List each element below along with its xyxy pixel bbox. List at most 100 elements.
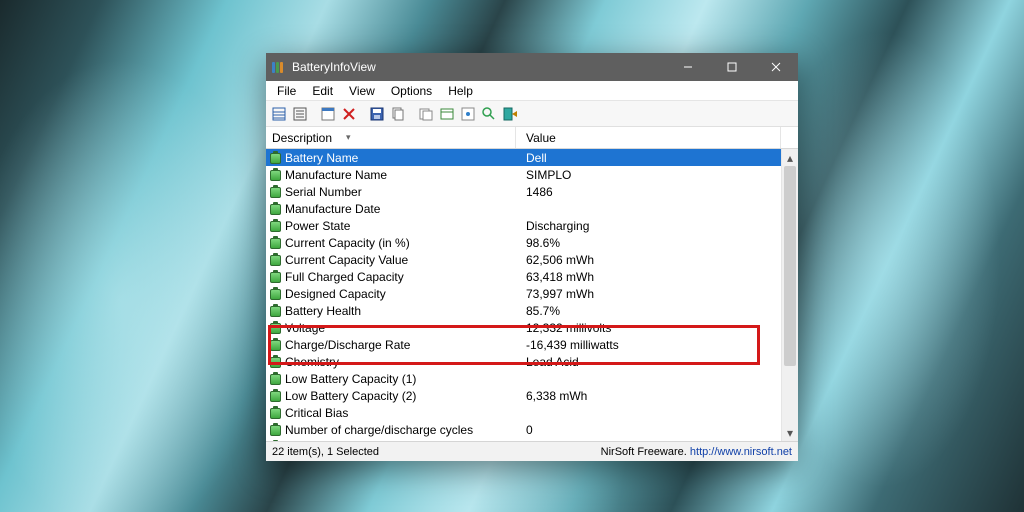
cell-value: Discharging [516,219,781,233]
table-row[interactable]: Number of charge/discharge cycles0 [266,421,781,438]
cell-description: Battery Temperature [266,438,516,441]
battery-icon [270,253,281,266]
cell-value: 12,332 millivolts [516,321,781,335]
battery-icon [270,372,281,385]
battery-icon [270,270,281,283]
statusbar: 22 item(s), 1 Selected NirSoft Freeware.… [266,441,798,461]
table-row[interactable]: Voltage 12,332 millivolts [266,319,781,336]
menu-help[interactable]: Help [441,83,480,99]
column-header-description-label: Description [272,131,332,145]
battery-icon [270,304,281,317]
battery-icon [270,236,281,249]
list-area: Battery NameDell Manufacture Name SIMPLOSe… [266,149,798,441]
status-link-url: http://www.nirsoft.net [690,446,792,458]
toolbar-copy-row-icon[interactable] [417,105,435,123]
cell-description: Serial Number [266,183,516,200]
toolbar-delete-icon[interactable] [340,105,358,123]
table-row[interactable]: Battery Health85.7% [266,302,781,319]
table-row[interactable]: Full Charged Capacity 63,418 mWh [266,268,781,285]
toolbar-exit-icon[interactable] [501,105,519,123]
scroll-down-icon[interactable]: ▾ [782,424,798,441]
cell-description-text: Current Capacity (in %) [285,236,410,250]
cell-description: Current Capacity Value [266,251,516,268]
toolbar-copy-icon[interactable] [389,105,407,123]
table-row[interactable]: Power State Discharging [266,217,781,234]
cell-description-text: Chemistry [285,355,339,369]
scroll-up-icon[interactable]: ▴ [782,149,798,166]
minimize-button[interactable] [666,53,710,81]
cell-value: -16,439 milliwatts [516,338,781,352]
toolbar-view-details-icon[interactable] [270,105,288,123]
cell-description: Battery Health [266,302,516,319]
cell-value: 1486 [516,185,781,199]
table-row[interactable]: Current Capacity (in %) 98.6% [266,234,781,251]
cell-description-text: Designed Capacity [285,287,386,301]
cell-description: Critical Bias [266,404,516,421]
menu-view[interactable]: View [342,83,382,99]
cell-description-text: Critical Bias [285,406,348,420]
toolbar-properties-icon[interactable] [319,105,337,123]
battery-icon [270,423,281,436]
cell-description: Manufacture Date [266,200,516,217]
cell-description-text: Full Charged Capacity [285,270,404,284]
toolbar-options-icon[interactable] [459,105,477,123]
status-link[interactable]: NirSoft Freeware. http://www.nirsoft.net [601,446,792,458]
cell-value: 0 [516,423,781,437]
table-row[interactable]: Current Capacity Value62,506 mWh [266,251,781,268]
scroll-thumb[interactable] [784,166,796,366]
toolbar-find-icon[interactable] [480,105,498,123]
cell-description-text: Battery Temperature [285,440,394,442]
cell-description-text: Manufacture Name [285,168,387,182]
cell-description-text: Voltage [285,321,325,335]
battery-icon [270,321,281,334]
battery-icon [270,440,281,441]
table-row[interactable]: Low Battery Capacity (2)6,338 mWh [266,387,781,404]
cell-value: Dell [516,151,781,165]
menu-file[interactable]: File [270,83,303,99]
table-row[interactable]: Designed Capacity 73,997 mWh [266,285,781,302]
cell-value: 73,997 mWh [516,287,781,301]
table-row[interactable]: Manufacture Name SIMPLO [266,166,781,183]
table-row[interactable]: Low Battery Capacity (1) [266,370,781,387]
column-header-value[interactable]: Value [516,127,781,148]
cell-value: 6,338 mWh [516,389,781,403]
column-header-description[interactable]: Description ▾ [266,127,516,148]
toolbar-refresh-icon[interactable] [438,105,456,123]
toolbar [266,101,798,127]
table-row[interactable]: ChemistryLead Acid [266,353,781,370]
table-row[interactable]: Battery NameDell [266,149,781,166]
cell-description: Voltage [266,319,516,336]
table-row[interactable]: Manufacture Date [266,200,781,217]
maximize-button[interactable] [710,53,754,81]
titlebar[interactable]: BatteryInfoView [266,53,798,81]
battery-icon [270,355,281,368]
cell-description-text: Manufacture Date [285,202,380,216]
battery-icon [270,406,281,419]
table-row[interactable]: Serial Number1486 [266,183,781,200]
vertical-scrollbar[interactable]: ▴ ▾ [781,149,798,441]
cell-value: 63,418 mWh [516,270,781,284]
cell-value: 98.6% [516,236,781,250]
cell-value: SIMPLO [516,168,781,182]
battery-icon [270,219,281,232]
window-title: BatteryInfoView [292,60,376,74]
battery-icon [270,168,281,181]
table-row[interactable]: Battery Temperature [266,438,781,441]
cell-value: 85.7% [516,304,781,318]
menu-options[interactable]: Options [384,83,439,99]
cell-description: Battery Name [266,149,516,166]
menu-edit[interactable]: Edit [305,83,340,99]
toolbar-save-icon[interactable] [368,105,386,123]
cell-description-text: Power State [285,219,350,233]
battery-icon [270,338,281,351]
table-row[interactable]: Critical Bias [266,404,781,421]
toolbar-view-list-icon[interactable] [291,105,309,123]
cell-value: 62,506 mWh [516,253,781,267]
column-header-value-label: Value [526,131,556,145]
cell-description-text: Low Battery Capacity (1) [285,372,416,386]
cell-description: Number of charge/discharge cycles [266,421,516,438]
app-window: BatteryInfoView File Edit View Options H… [266,53,798,461]
battery-icon [270,202,281,215]
close-button[interactable] [754,53,798,81]
table-row[interactable]: Charge/Discharge Rate-16,439 milliwatts [266,336,781,353]
